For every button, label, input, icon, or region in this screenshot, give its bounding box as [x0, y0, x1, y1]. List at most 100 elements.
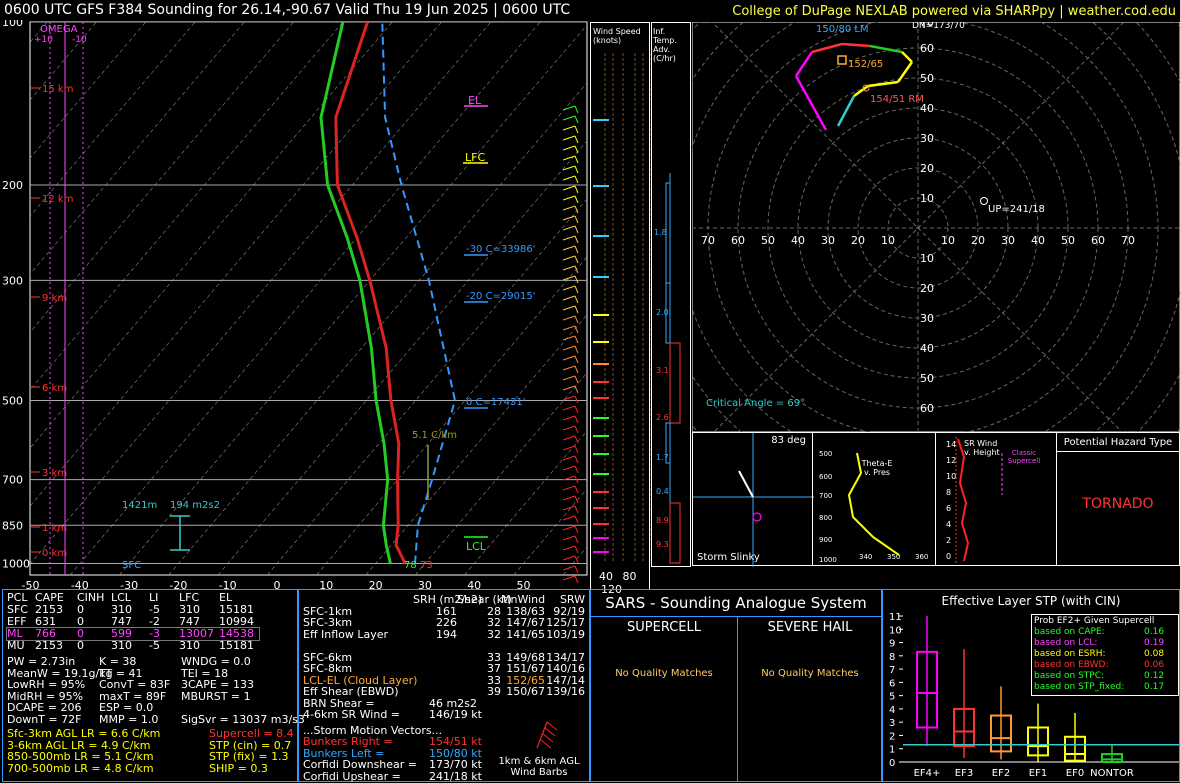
- hodo-xtick: 50: [761, 234, 775, 247]
- stp-ytick: 11: [889, 612, 902, 623]
- stp-category: EF4+: [914, 768, 941, 779]
- ta-value: 1.7: [656, 453, 669, 462]
- srwind-ytick: 14: [946, 440, 956, 449]
- pcl-cell: 2153: [35, 603, 63, 616]
- kin-cell: SRH (m2/s2): [413, 593, 483, 606]
- pcl-cell: 15181: [219, 603, 254, 616]
- wind-barb-flag: [574, 535, 579, 544]
- pcl-cell: 310: [111, 639, 132, 652]
- wind-barb: [562, 275, 576, 281]
- pcl-cell: PCL: [7, 591, 28, 604]
- wind-barb: [562, 315, 576, 321]
- wind-barb: [562, 395, 576, 401]
- composite-row: STP (fix) = 1.3: [209, 750, 289, 763]
- height-label: 12 km: [42, 194, 73, 205]
- hodo-trace: [836, 95, 856, 127]
- thetae-ptick: 500: [819, 450, 832, 458]
- barbs-label: 1km & 6km AGL Wind Barbs: [498, 756, 580, 778]
- hazard-panel: Potential Hazard Type TORNADO: [1056, 432, 1180, 566]
- thermo-cell: WNDG = 0.0: [181, 655, 251, 668]
- storm-slinky-panel: 83 deg Storm Slinky: [692, 432, 814, 567]
- ta-value: 0.4: [656, 487, 669, 496]
- sars-hail: SEVERE HAIL: [767, 620, 853, 635]
- pcl-cell: 599: [111, 627, 132, 640]
- pcl-cell: 310: [179, 603, 200, 616]
- wind-barb: [562, 355, 576, 361]
- ws-bar: [593, 397, 609, 399]
- ta-bar: [669, 342, 681, 424]
- kin-extra-value: 146/19 kt: [429, 708, 482, 721]
- wind-barb: [562, 185, 576, 191]
- wind-barb: [562, 235, 576, 241]
- stp-title: Effective Layer STP (with CIN): [941, 594, 1121, 608]
- eff-layer-base: 1421m: [122, 500, 157, 511]
- ta-value: 9.3: [656, 540, 669, 549]
- wind-barb-flag: [574, 565, 579, 574]
- pcl-cell: 0: [77, 639, 84, 652]
- ta-bar: [669, 502, 681, 564]
- ws-bar: [593, 276, 609, 278]
- wind-barb-flag: [574, 425, 579, 434]
- wind-barb-flag: [574, 285, 579, 294]
- kin-cell: 226: [436, 616, 457, 629]
- wind-barb-flag: [574, 145, 579, 154]
- pcl-cell: 0: [77, 627, 84, 640]
- wind-barb: [562, 535, 576, 541]
- isotherm-line: [217, 140, 587, 575]
- hodo-up-label: UP=241/18: [988, 204, 1045, 215]
- stp-ytick: 0: [889, 758, 895, 769]
- wind-barb: [562, 485, 576, 491]
- stp-ytick: 8: [889, 652, 895, 663]
- pcl-row-mu: MU 2153 0 310 -5 310 15181: [7, 640, 259, 652]
- composite-row: SHIP = 0.3: [209, 761, 268, 775]
- wind-barb: [562, 175, 576, 181]
- stp-ytick: 10: [889, 625, 902, 636]
- wind-barb: [562, 525, 576, 531]
- slinky-label: Storm Slinky: [697, 552, 760, 563]
- ws-bar: [593, 235, 609, 237]
- ta-value: 8.9: [656, 516, 669, 525]
- wind-barb-flag: [574, 385, 579, 394]
- hodo-ytick: 30: [920, 132, 934, 145]
- hodo-trace: [841, 42, 871, 48]
- wind-barb: [562, 495, 576, 501]
- stp-prob-row: based on STP_fixed: 0.17: [1032, 682, 1178, 693]
- pcl-cell: 2153: [35, 639, 63, 652]
- stp-prob-value: 0.16: [1144, 627, 1165, 637]
- stp-ytick: 7: [889, 665, 895, 676]
- isotherm-line: [267, 198, 587, 575]
- hazard-value: TORNADO: [1082, 496, 1154, 512]
- pcl-cell: EL: [219, 591, 233, 604]
- wind-barb-flag: [574, 165, 579, 174]
- slinky-angle: 83 deg: [771, 435, 806, 446]
- pressure-label-300: 300: [2, 274, 23, 287]
- wind-barb: [562, 215, 576, 221]
- kin-extra-value: 173/70 kt: [429, 758, 482, 771]
- wind-barb-flag: [574, 215, 579, 224]
- kin-header: SRH (m2/s2)Shear (kt)MnWind SRW: [303, 594, 585, 606]
- wind-barb: [562, 225, 576, 231]
- hodograph: 70 60 50 40 30 20 10 10 20 30 40 50 60 70 60 50 40 30 20 10…: [692, 22, 1180, 432]
- wind-barb: [562, 135, 576, 141]
- el-label: EL: [468, 94, 482, 107]
- wind-barb-flag: [574, 455, 579, 464]
- pcl-cell: LCL: [111, 591, 131, 604]
- kin-cell: SFC-8km: [303, 662, 353, 675]
- stp-prob-row: based on EBWD: 0.06: [1032, 660, 1178, 671]
- hodo-ytick: 30: [920, 312, 934, 325]
- hodo-diag: [713, 22, 1125, 432]
- isotherm-line: [30, 22, 146, 159]
- hodo-xtick: 70: [701, 234, 715, 247]
- ws-bar: [593, 119, 609, 121]
- stp-prob-row: based on LCL: 0.19: [1032, 638, 1178, 649]
- thermo-cell: SigSvr = 13037 m3/s3: [181, 712, 305, 726]
- thetae-ptick: 900: [819, 536, 832, 544]
- stp-prob-value: 0.19: [1144, 638, 1165, 648]
- stp-prob-label: based on STP_fixed:: [1034, 682, 1125, 692]
- ws-bar: [593, 185, 609, 187]
- hodo-ytick: 10: [920, 192, 934, 205]
- wind-barb-flag: [574, 195, 579, 204]
- hodo-dn-label: DN=173/70: [912, 22, 965, 31]
- wind-barb-flag: [574, 315, 579, 324]
- thermo-cell: K = 38: [99, 655, 137, 668]
